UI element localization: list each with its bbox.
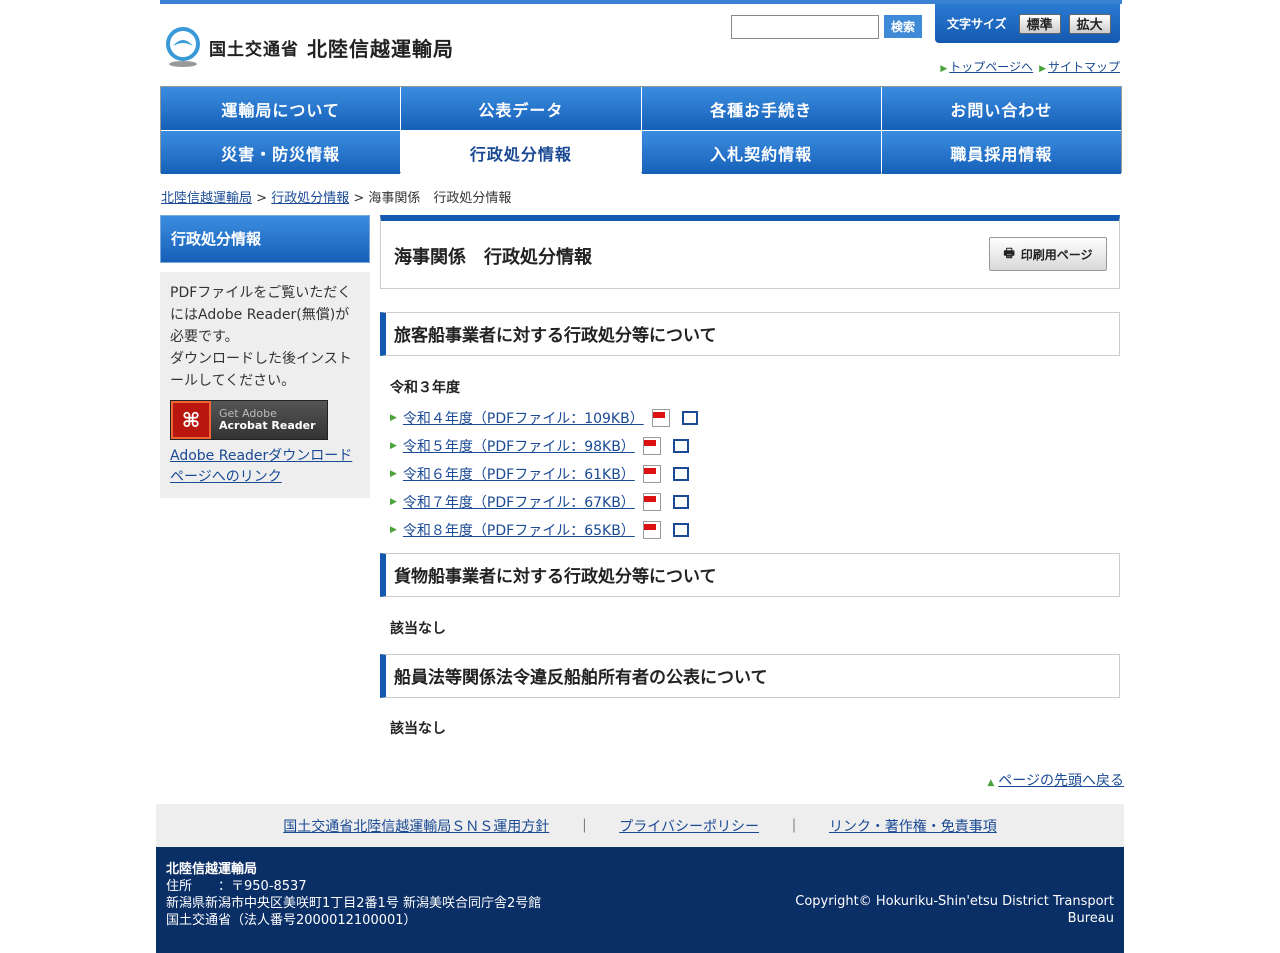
sidebar-title[interactable]: 行政処分情報 [160,215,370,263]
section-body: 該当なし [390,621,446,637]
pdf-link-list: ▶ 令和４年度（PDFファイル：109KB） ▶ 令和５年度（PDFファイル：98K… [390,404,698,544]
top-page-link[interactable]: トップページへ [949,60,1033,74]
nav-about[interactable]: 運輸局について [161,87,401,130]
list-item: ▶ 令和７年度（PDFファイル：67KB） [390,488,698,516]
copyright-link[interactable]: リンク・著作権・免責事項 [829,816,997,836]
acrobat-icon: ⌘ [171,401,211,439]
pdf-icon [651,409,670,427]
pdf-icon [642,465,661,483]
print-page-button[interactable]: 🖶 印刷用ページ [989,237,1107,271]
nav-administrative-action[interactable]: 行政処分情報 [401,131,641,174]
arrow-right-icon: ▶ [940,64,948,74]
font-size-label: 文字サイズ [947,17,1007,31]
search-button[interactable]: 検索 [884,15,922,38]
privacy-policy-link[interactable]: プライバシーポリシー [619,816,759,836]
search-input[interactable] [731,15,879,39]
global-nav: 運輸局について 公表データ 各種お手続き お問い合わせ 災害・防災情報 行政処分… [160,86,1122,174]
site-logo[interactable]: 国土交通省 北陸信越運輸局 [165,26,454,68]
footer-copyright: Copyright© Hokuriku-Shin'etsu District T… [795,894,1114,926]
page-title-box: 海事関係 行政処分情報 🖶 印刷用ページ [380,215,1120,289]
back-to-top-link[interactable]: ページの先頭へ戻る [998,773,1124,789]
pdf-link[interactable]: 令和８年度（PDFファイル：65KB） [403,520,635,540]
pdf-link[interactable]: 令和４年度（PDFファイル：109KB） [403,408,644,428]
adobe-download-link[interactable]: Adobe Readerダウンロードページへのリンク [170,448,352,485]
get-acrobat-banner[interactable]: ⌘ Get Adobe Acrobat Reader [170,400,328,440]
logo-bureau-text: 北陸信越運輸局 [307,36,454,61]
list-item: ▶ 令和４年度（PDFファイル：109KB） [390,404,698,432]
breadcrumb-home[interactable]: 北陸信越運輸局 [161,191,252,206]
external-window-icon [681,411,698,425]
logo-ministry-text: 国土交通省 [209,39,299,60]
font-standard-button[interactable]: 標準 [1018,13,1061,34]
pdf-link[interactable]: 令和７年度（PDFファイル：67KB） [403,492,635,512]
external-window-icon [672,495,689,509]
footer-links: 国土交通省北陸信越運輸局ＳＮＳ運用方針 ｜ プライバシーポリシー ｜ リンク・著… [156,804,1124,847]
font-size-box: 文字サイズ 標準 拡大 [935,4,1120,43]
external-window-icon [672,523,689,537]
breadcrumb: 北陸信越運輸局 > 行政処分情報 > 海事関係 行政処分情報 [161,191,512,206]
pdf-link[interactable]: 令和６年度（PDFファイル：61KB） [403,464,635,484]
pdf-note: PDFファイルをご覧いただくにはAdobe Reader(無償)が必要です。 ダ… [170,285,352,389]
list-item: ▶ 令和５年度（PDFファイル：98KB） [390,432,698,460]
footer-address: 北陸信越運輸局 住所 ：〒950-8537 新潟県新潟市中央区美咲町1丁目2番1… [166,862,542,928]
sns-policy-link[interactable]: 国土交通省北陸信越運輸局ＳＮＳ運用方針 [283,816,549,836]
pdf-icon [642,437,661,455]
nav-bidding[interactable]: 入札契約情報 [641,131,881,174]
list-item: ▶ 令和８年度（PDFファイル：65KB） [390,516,698,544]
section-body: 該当なし [390,721,446,737]
sitemap-link[interactable]: サイトマップ [1048,60,1120,74]
pdf-icon [642,521,661,539]
font-large-button[interactable]: 拡大 [1068,13,1111,34]
arrow-right-icon: ▶ [390,497,397,507]
mlit-logo-icon [166,27,200,67]
top-links: ▶ トップページへ ▶ サイトマップ [940,58,1120,75]
sidebar-pdf-box: PDFファイルをご覧いただくにはAdobe Reader(無償)が必要です。 ダ… [160,272,370,498]
site-footer: 北陸信越運輸局 住所 ：〒950-8537 新潟県新潟市中央区美咲町1丁目2番1… [156,847,1124,953]
section-heading: 船員法等関係法令違反船舶所有者の公表について [380,654,1120,698]
nav-procedures[interactable]: 各種お手続き [641,87,881,130]
arrow-right-icon: ▶ [1039,64,1046,74]
nav-disaster[interactable]: 災害・防災情報 [161,131,401,174]
page-title: 海事関係 行政処分情報 [394,247,592,268]
pdf-icon [642,493,661,511]
nav-public-data[interactable]: 公表データ [401,87,641,130]
pdf-link[interactable]: 令和５年度（PDFファイル：98KB） [403,436,635,456]
section-heading: 旅客船事業者に対する行政処分等について [380,312,1120,356]
external-window-icon [672,467,689,481]
back-to-top: ▲ ページの先頭へ戻る [987,770,1124,790]
arrow-right-icon: ▶ [390,525,397,535]
list-item: ▶ 令和６年度（PDFファイル：61KB） [390,460,698,488]
printer-icon: 🖶 [1003,245,1015,260]
arrow-up-icon: ▲ [987,778,995,788]
breadcrumb-parent[interactable]: 行政処分情報 [271,191,349,206]
nav-contact[interactable]: お問い合わせ [881,87,1121,130]
nav-recruitment[interactable]: 職員採用情報 [881,131,1121,174]
section-heading: 貨物船事業者に対する行政処分等について [380,553,1120,597]
arrow-right-icon: ▶ [390,441,397,451]
arrow-right-icon: ▶ [390,413,397,423]
external-window-icon [672,439,689,453]
arrow-right-icon: ▶ [390,469,397,479]
breadcrumb-current: 海事関係 行政処分情報 [368,191,512,206]
fiscal-year-label: 令和３年度 [390,380,460,396]
